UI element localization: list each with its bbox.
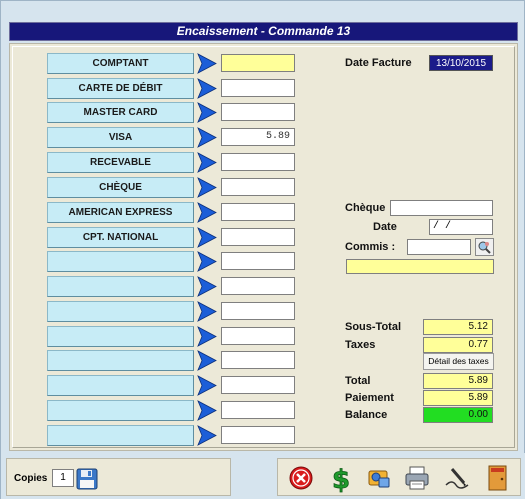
taxes-value: 0.77 [423,337,493,353]
payment-value: 5.89 [423,390,493,406]
cheque-date-label: Date [373,221,397,233]
payment-amount-input[interactable] [221,79,295,97]
payment-amount-input[interactable] [221,351,295,369]
payment-method-button[interactable]: AMERICAN EXPRESS [47,202,194,223]
commis-search-button[interactable] [475,238,494,256]
payment-method-button[interactable]: CHÈQUE [47,177,194,198]
commis-input[interactable] [407,239,471,255]
payment-amount-input[interactable] [221,153,295,171]
copies-input[interactable]: 1 [52,469,74,487]
taxes-label: Taxes [345,339,376,351]
arrow-right-icon[interactable] [197,276,217,297]
payment-amount-input[interactable] [221,54,295,72]
search-user-icon [478,241,491,254]
arrow-right-icon[interactable] [197,102,217,123]
commis-label: Commis : [345,241,396,253]
payment-method-button[interactable]: CARTE DE DÉBIT [47,78,194,99]
payment-method-button[interactable]: COMPTANT [47,53,194,74]
copies-label: Copies [14,473,48,484]
total-label: Total [345,375,371,387]
payment-amount-input[interactable] [221,178,295,196]
payment-label: Paiement [345,392,394,404]
balance-label: Balance [345,409,388,421]
arrow-right-icon[interactable] [197,301,217,322]
payment-method-button[interactable] [47,425,194,446]
arrow-right-icon[interactable] [197,400,217,421]
payment-window: Encaissement - Commande 13 COMPTANT CARTE… [0,0,525,499]
save-icon[interactable] [76,468,98,490]
payment-method-button[interactable]: RECEVABLE [47,152,194,173]
payment-method-button[interactable]: CPT. NATIONAL [47,227,194,248]
cheque-date-input[interactable]: / / [429,219,493,235]
arrow-right-icon[interactable] [197,152,217,173]
cheque-label: Chèque [345,202,386,214]
balance-value: 0.00 [423,407,493,423]
payment-amount-input[interactable]: 5.89 [221,128,295,146]
subtotal-label: Sous-Total [345,321,402,333]
payment-method-button[interactable] [47,400,194,421]
exit-door-icon[interactable] [482,463,512,493]
actions-panel: $ [277,458,521,496]
payment-method-button[interactable] [47,276,194,297]
arrow-right-icon[interactable] [197,375,217,396]
payment-method-button[interactable]: VISA [47,127,194,148]
arrow-right-icon[interactable] [197,127,217,148]
payment-method-button[interactable]: MASTER CARD [47,102,194,123]
arrow-right-icon[interactable] [197,78,217,99]
printer-icon[interactable] [402,463,432,493]
payment-method-button[interactable] [47,375,194,396]
payment-amount-input[interactable] [221,103,295,121]
arrow-right-icon[interactable] [197,326,217,347]
payment-method-button[interactable] [47,301,194,322]
arrow-right-icon[interactable] [197,251,217,272]
arrow-right-icon[interactable] [197,425,217,446]
payment-amount-input[interactable] [221,228,295,246]
svg-text:$: $ [332,465,350,493]
arrow-right-icon[interactable] [197,202,217,223]
date-facture-value: 13/10/2015 [429,55,493,71]
payment-card-icon[interactable] [364,463,394,493]
commis-name-display [346,259,494,274]
window-title: Encaissement - Commande 13 [9,22,518,41]
payment-amount-input[interactable] [221,376,295,394]
copies-panel: Copies 1 [6,458,231,496]
subtotal-value: 5.12 [423,319,493,335]
total-value: 5.89 [423,373,493,389]
cancel-icon[interactable] [286,463,316,493]
dollar-icon[interactable]: $ [326,463,356,493]
detail-taxes-button[interactable]: Détail des taxes [423,353,494,370]
payment-method-button[interactable] [47,350,194,371]
payment-amount-input[interactable] [221,203,295,221]
payment-method-button[interactable] [47,326,194,347]
arrow-right-icon[interactable] [197,227,217,248]
payment-amount-input[interactable] [221,302,295,320]
arrow-right-icon[interactable] [197,177,217,198]
arrow-right-icon[interactable] [197,53,217,74]
signature-icon[interactable] [442,463,472,493]
payment-amount-input[interactable] [221,277,295,295]
payment-method-button[interactable] [47,251,194,272]
payment-amount-input[interactable] [221,252,295,270]
arrow-right-icon[interactable] [197,350,217,371]
footer-bar: Copies 1 $ [1,453,525,499]
payment-amount-input[interactable] [221,401,295,419]
cheque-input[interactable] [390,200,493,216]
date-facture-label: Date Facture [345,57,412,69]
payment-amount-input[interactable] [221,426,295,444]
payment-amount-input[interactable] [221,327,295,345]
